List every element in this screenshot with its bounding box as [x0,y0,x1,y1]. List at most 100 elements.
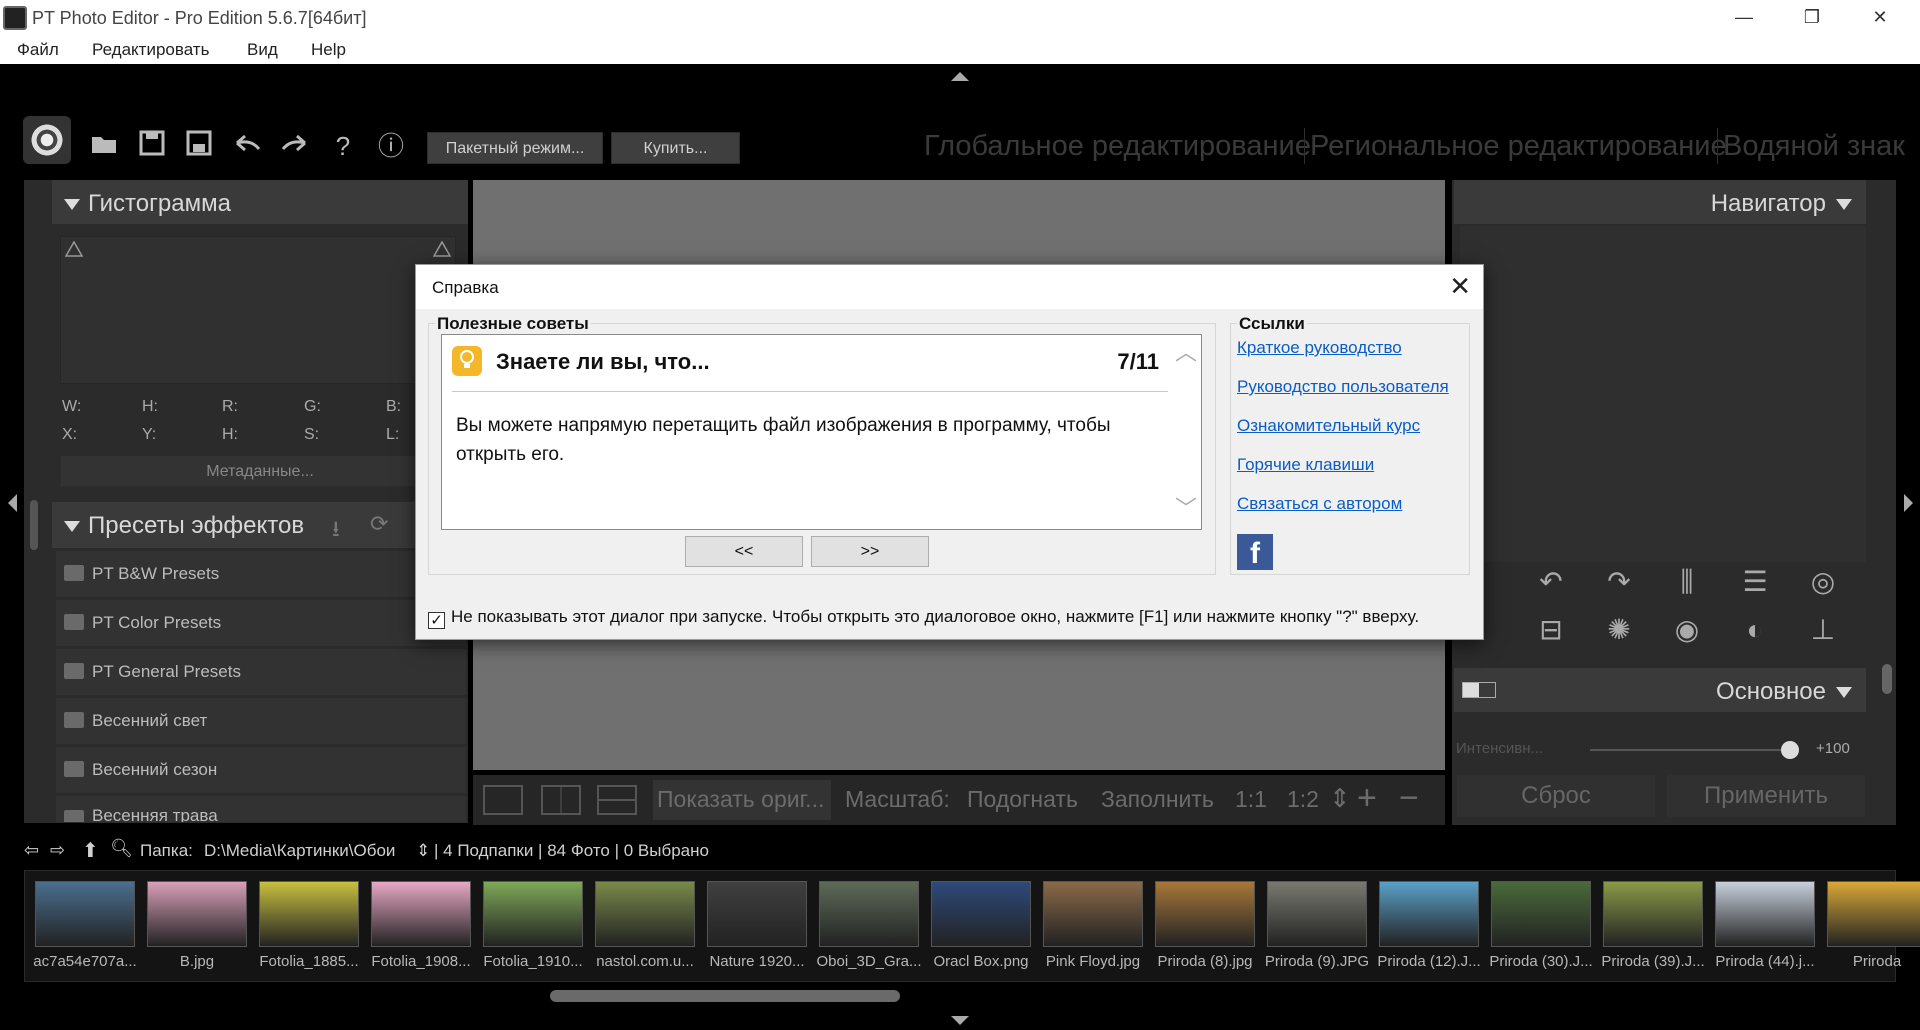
batch-mode-button[interactable]: Пакетный режим... [427,132,603,164]
right-panel-scrollbar[interactable] [1882,664,1892,694]
scroll-up-chevron-icon[interactable]: ︿ [1175,342,1197,364]
open-folder-icon[interactable] [88,130,120,162]
link-user-guide[interactable]: Руководство пользователя [1237,377,1449,397]
refresh-icon[interactable]: ⟳ [370,511,388,537]
filmstrip-thumbnail[interactable]: Fotolia_1910... [479,881,587,981]
folder-path-select[interactable]: D:\Media\Картинки\Обои [204,841,395,861]
help-icon[interactable]: ? [327,130,359,162]
straighten-icon[interactable]: ⫼ [1669,564,1705,600]
filmstrip-thumbnail[interactable]: Fotolia_1908... [367,881,475,981]
collapse-right-arrow-icon[interactable] [1904,494,1913,512]
filmstrip-thumbnail[interactable]: Nature 1920... [703,881,811,981]
zoom-1-2-button[interactable]: 1:2 [1287,786,1319,813]
save-as-icon[interactable] [183,130,215,162]
forward-arrow-icon[interactable]: ⇨ [50,840,65,861]
scroll-down-chevron-icon[interactable]: ﹀ [1175,498,1197,520]
filmstrip-thumbnail[interactable]: ac7a54e707a... [31,881,139,981]
filmstrip-thumbnail[interactable]: Priroda (12).J... [1375,881,1483,981]
previous-tip-button[interactable]: << [685,536,803,567]
spiral-icon[interactable]: ◎ [1805,564,1841,600]
link-quick-guide[interactable]: Краткое руководство [1237,338,1402,358]
zoom-1-1-button[interactable]: 1:1 [1235,786,1267,813]
rotate-right-icon[interactable]: ↷ [1601,564,1637,600]
back-arrow-icon[interactable]: ⇦ [24,840,39,861]
reset-button[interactable]: Сброс [1456,774,1656,818]
collapse-bottom-arrow-icon[interactable] [951,1016,969,1025]
zoom-out-icon[interactable]: − [1399,779,1419,818]
filmstrip-thumbnail[interactable]: Priroda (8).jpg [1151,881,1259,981]
intensity-slider-handle[interactable] [1781,741,1799,759]
radial-icon[interactable]: ◐ [1737,612,1773,648]
presets-header[interactable]: Пресеты эффектов ⭳ ⟳ [52,502,468,548]
close-window-button[interactable]: ✕ [1846,0,1914,36]
split-horizontal-view-icon[interactable] [597,785,637,815]
zoom-fit-button[interactable]: Подогнать [967,786,1078,813]
lens-icon[interactable]: ✺ [1601,612,1637,648]
filmstrip-thumbnail[interactable]: nastol.com.u... [591,881,699,981]
flip-vertical-icon[interactable]: ☰ [1737,564,1773,600]
dont-show-option[interactable]: ✓ Не показывать этот диалог при запуске. … [428,607,1419,629]
filmstrip-thumbnail[interactable]: Pink Floyd.jpg [1039,881,1147,981]
left-panel-scrollbar[interactable] [30,500,38,550]
tab-watermark[interactable]: Водяной знак [1723,130,1905,163]
crop-icon[interactable]: ⊟ [1533,612,1569,648]
red-eye-icon[interactable]: ◉ [1669,612,1705,648]
next-tip-button[interactable]: >> [811,536,929,567]
basic-header[interactable]: Основное [1454,668,1866,712]
filmstrip-scrollbar[interactable] [550,990,900,1002]
filmstrip-thumbnail[interactable]: Priroda [1823,881,1920,981]
facebook-icon[interactable]: f [1237,534,1273,570]
zoom-fill-button[interactable]: Заполнить [1101,786,1214,813]
rotate-left-icon[interactable]: ↶ [1533,564,1569,600]
link-tutorial[interactable]: Ознакомительный курс [1237,416,1420,436]
buy-button[interactable]: Купить... [611,132,740,164]
redo-icon[interactable] [279,130,311,162]
histogram-header[interactable]: Гистограмма [52,180,468,224]
tab-global-editing[interactable]: Глобальное редактирование [924,130,1311,163]
navigator-header[interactable]: Навигатор [1454,180,1866,224]
link-contact-author[interactable]: Связаться с автором [1237,494,1402,514]
menu-help[interactable]: Help [311,40,346,60]
preset-folder[interactable]: Весенний свет [56,698,466,744]
stamp-icon[interactable]: ⊥ [1805,612,1841,648]
filmstrip-thumbnail[interactable]: Priroda (30).J... [1487,881,1595,981]
show-original-button[interactable]: Показать ориг... [653,780,831,820]
single-view-icon[interactable] [483,785,523,815]
preset-folder[interactable]: PT General Presets [56,649,466,695]
collapse-left-arrow-icon[interactable] [8,494,17,512]
preset-folder[interactable]: Весенний сезон [56,747,466,793]
filmstrip-thumbnail[interactable]: Oracl Box.png [927,881,1035,981]
minimize-button[interactable]: — [1710,0,1778,36]
filmstrip-thumbnail[interactable]: Priroda (39).J... [1599,881,1707,981]
menu-file[interactable]: Файл [17,40,59,60]
navigator-preview[interactable] [1460,226,1866,562]
link-hotkeys[interactable]: Горячие клавиши [1237,455,1374,475]
up-folder-icon[interactable]: ⬆ [82,838,99,863]
filmstrip-thumbnail[interactable]: B.jpg [143,881,251,981]
apply-button[interactable]: Применить [1666,774,1866,818]
dont-show-checkbox[interactable]: ✓ [428,612,445,629]
folder-dropdown-icon[interactable]: ⇕ [416,841,430,861]
menu-edit[interactable]: Редактировать [92,40,209,60]
filmstrip-thumbnail[interactable]: Priroda (9).JPG [1263,881,1371,981]
filmstrip-thumbnail[interactable]: Priroda (44).j... [1711,881,1819,981]
preset-folder[interactable]: Весенняя трава [56,796,466,822]
zoom-stepper-icon[interactable]: ⇕ [1329,783,1351,814]
menu-view[interactable]: Вид [247,40,278,60]
intensity-slider[interactable] [1590,741,1799,759]
tab-regional-editing[interactable]: Региональное редактирование [1310,130,1727,163]
split-vertical-view-icon[interactable] [541,785,581,815]
filmstrip-thumbnail[interactable]: Fotolia_1885... [255,881,363,981]
maximize-button[interactable]: ❐ [1778,0,1846,36]
save-icon[interactable] [136,130,168,162]
preset-folder[interactable]: PT B&W Presets [56,551,466,597]
info-icon[interactable]: ⓘ [375,130,407,162]
dialog-close-button[interactable]: ✕ [1449,271,1471,302]
toggle-switch[interactable] [1462,682,1496,698]
download-icon[interactable]: ⭳ [332,512,340,550]
zoom-in-icon[interactable]: + [1357,779,1377,818]
preset-folder[interactable]: PT Color Presets [56,600,466,646]
filmstrip-thumbnail[interactable]: Oboi_3D_Gra... [815,881,923,981]
undo-icon[interactable] [231,130,263,162]
search-icon[interactable]: 🔍︎ [110,838,133,859]
